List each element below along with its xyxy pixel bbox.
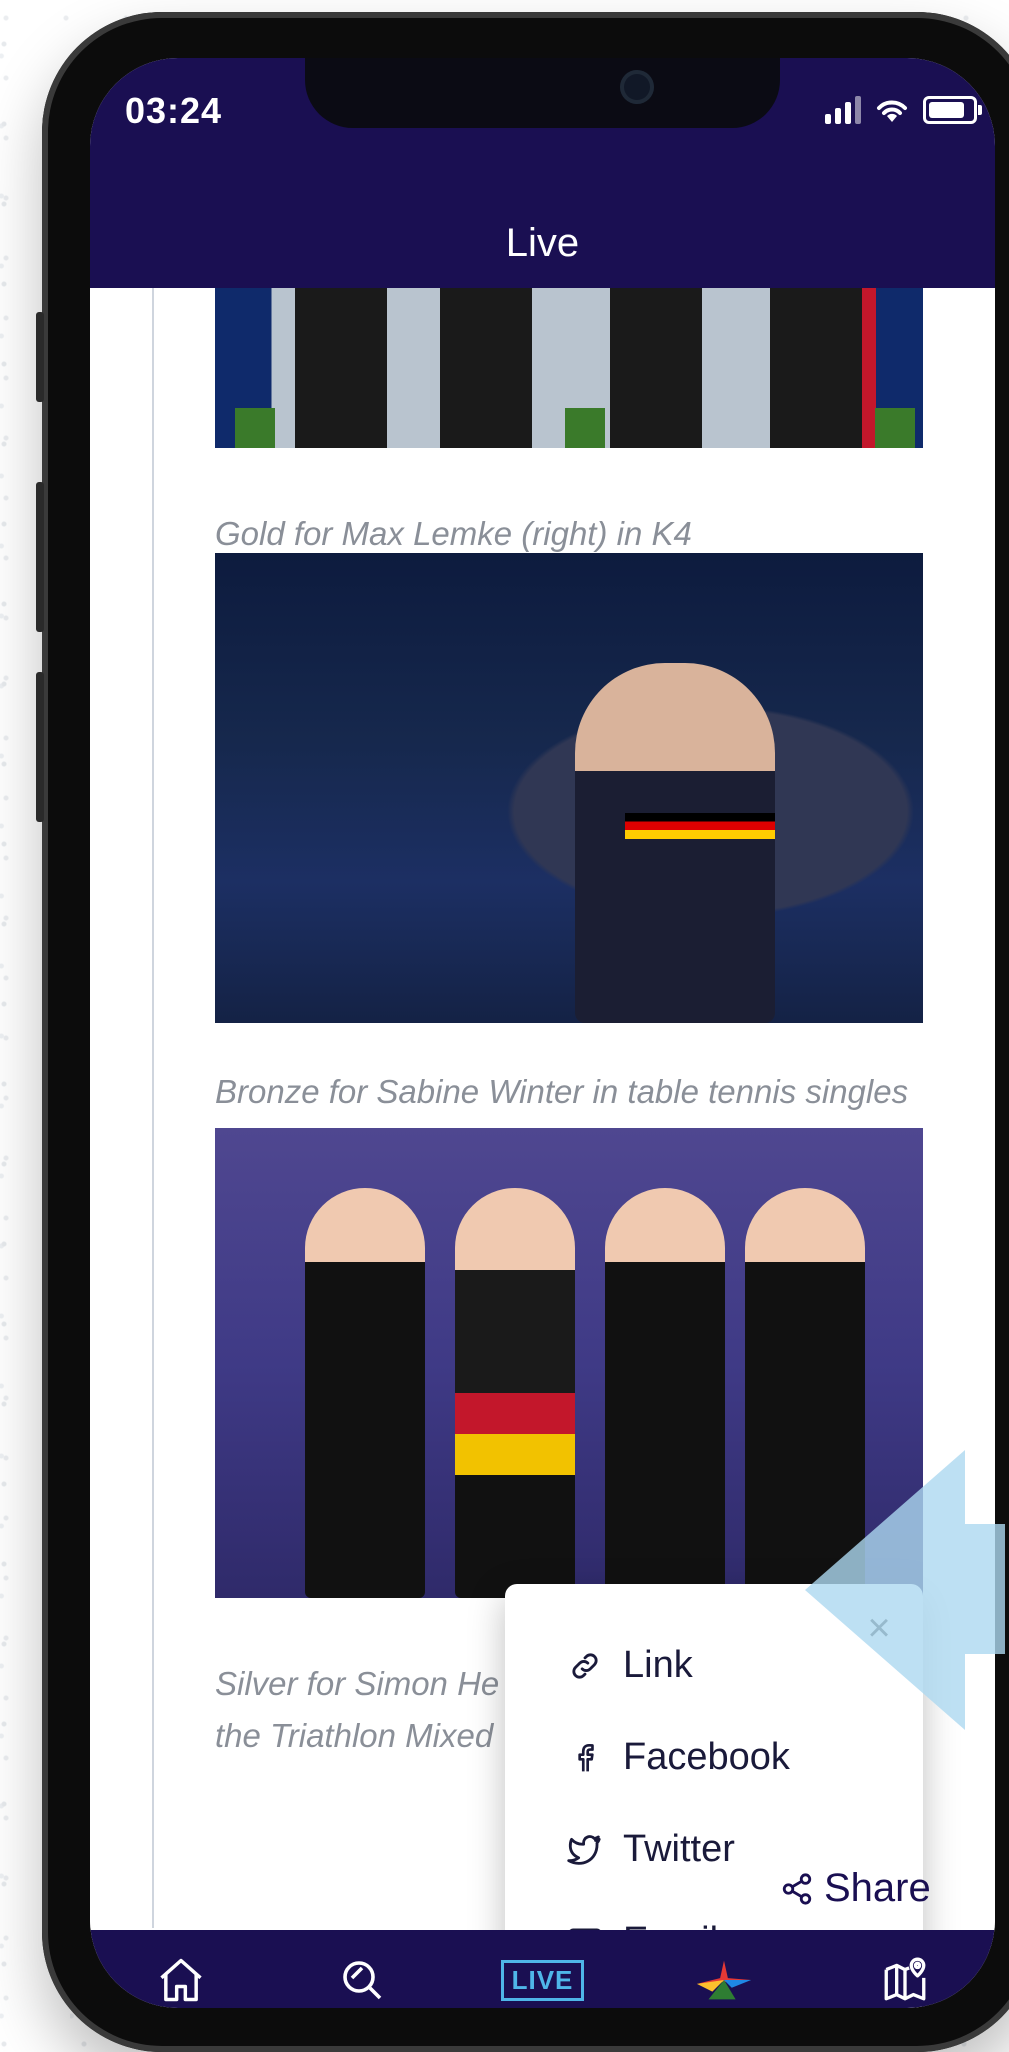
share-button-label: Share <box>824 1866 931 1910</box>
share-button[interactable]: Share <box>780 1866 931 1911</box>
battery-icon <box>923 96 982 124</box>
cell-signal-icon <box>825 96 861 124</box>
page-title: Live <box>90 198 995 288</box>
camera-icon <box>620 70 654 104</box>
facebook-icon <box>565 1738 605 1778</box>
hint-arrow <box>805 1450 965 1730</box>
share-twitter-button[interactable]: Twitter <box>565 1828 735 1871</box>
bottom-nav: LIVE <box>90 1930 995 2008</box>
photo-table-tennis[interactable] <box>215 553 923 1023</box>
timeline-line <box>152 288 154 1928</box>
share-option-label: Twitter <box>623 1828 735 1870</box>
share-link-button[interactable]: Link <box>565 1644 693 1687</box>
map-pin-icon <box>884 1957 925 2001</box>
games-star-logo-icon <box>696 1960 751 2000</box>
status-icons <box>825 96 982 124</box>
share-icon <box>782 1872 812 1905</box>
nav-games[interactable] <box>689 1945 759 2008</box>
wifi-icon <box>877 100 907 122</box>
nav-map[interactable] <box>870 1945 940 2008</box>
hint-arrow-tail <box>965 1524 1005 1654</box>
share-facebook-button[interactable]: Facebook <box>565 1736 790 1779</box>
search-icon <box>342 1961 381 2000</box>
share-option-label: Facebook <box>623 1736 790 1778</box>
nav-search[interactable] <box>327 1945 397 2008</box>
nav-live[interactable]: LIVE <box>500 1945 585 2008</box>
link-icon <box>565 1646 605 1686</box>
twitter-icon <box>565 1830 605 1870</box>
nav-home[interactable] <box>146 1945 216 2008</box>
status-bar: 03:24 <box>90 58 995 198</box>
status-time: 03:24 <box>125 90 223 131</box>
share-option-label: Link <box>623 1644 693 1686</box>
photo-k4-medalists[interactable] <box>215 288 923 448</box>
photo-caption: Bronze for Sabine Winter in table tennis… <box>215 1073 909 1110</box>
live-badge: LIVE <box>500 1959 585 2001</box>
notch <box>305 58 780 128</box>
home-icon <box>159 1958 202 2002</box>
